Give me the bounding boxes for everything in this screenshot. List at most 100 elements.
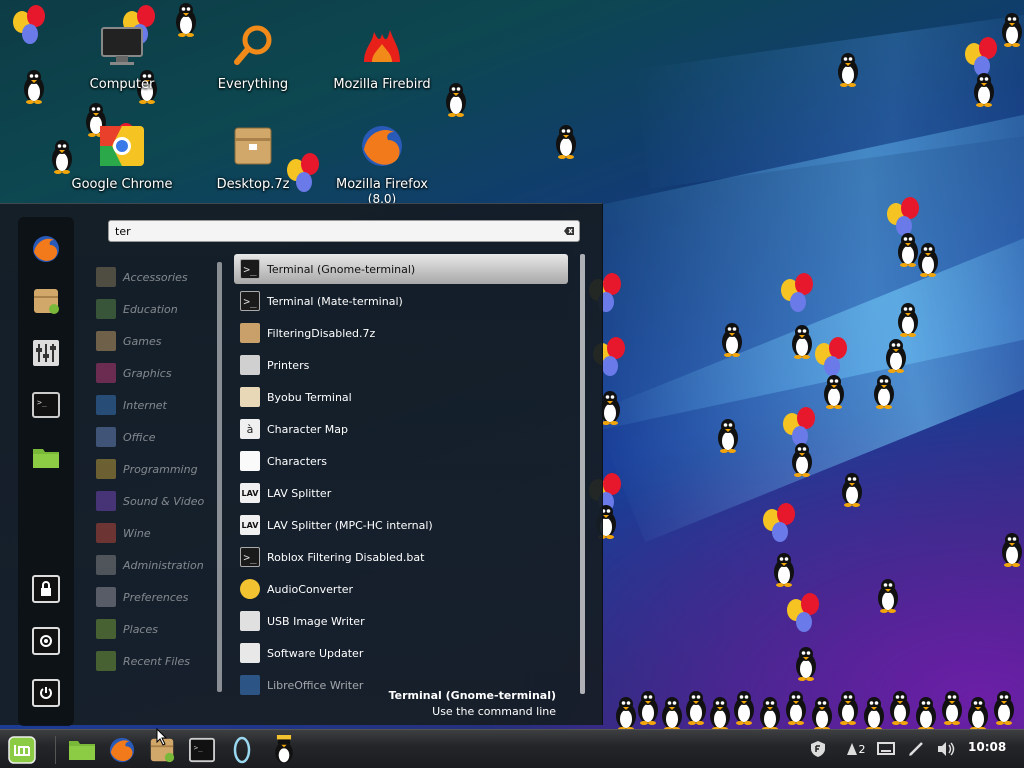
desktop-icon-chrome[interactable]: Google Chrome bbox=[62, 122, 182, 192]
logout-icon bbox=[40, 635, 52, 647]
category-accessories[interactable]: Accessories bbox=[96, 266, 218, 288]
search-magnifier-icon bbox=[234, 25, 272, 65]
terminal-icon: >_ bbox=[32, 392, 60, 418]
category-office[interactable]: Office bbox=[96, 426, 218, 448]
tray-volume[interactable] bbox=[934, 738, 958, 760]
result-item[interactable]: AudioConverter bbox=[234, 574, 568, 604]
firebird-icon bbox=[364, 30, 400, 62]
folder-icon bbox=[33, 449, 59, 468]
software-manager-icon bbox=[150, 738, 175, 763]
result-item[interactable]: Characters bbox=[234, 446, 568, 476]
power-icon bbox=[40, 687, 52, 699]
result-label: Software Updater bbox=[267, 646, 364, 660]
category-label: Accessories bbox=[123, 270, 188, 284]
category-games[interactable]: Games bbox=[96, 330, 218, 352]
favorite-home-folder[interactable] bbox=[28, 439, 64, 475]
sound-video-icon bbox=[96, 491, 116, 511]
favorite-terminal[interactable]: >_ bbox=[28, 387, 64, 423]
category-preferences[interactable]: Preferences bbox=[96, 586, 218, 608]
desktop-icon-firefox[interactable]: Mozilla Firefox (8.0) bbox=[322, 122, 442, 206]
taskbar-terminal[interactable]: >_ bbox=[186, 734, 218, 766]
favorite-software-manager[interactable] bbox=[28, 283, 64, 319]
category-wine[interactable]: Wine bbox=[96, 522, 218, 544]
printer-icon bbox=[240, 355, 260, 375]
category-internet[interactable]: Internet bbox=[96, 394, 218, 416]
desktop-icon-label: Desktop.7z bbox=[216, 177, 290, 192]
logout-button[interactable] bbox=[32, 627, 60, 655]
result-item[interactable]: LAV LAV Splitter bbox=[234, 478, 568, 508]
clock[interactable]: 10:08 bbox=[968, 740, 1006, 754]
result-item[interactable]: >_ Roblox Filtering Disabled.bat bbox=[234, 542, 568, 572]
network-icon bbox=[846, 743, 857, 755]
result-item[interactable]: Byobu Terminal bbox=[234, 382, 568, 412]
lock-screen-button[interactable] bbox=[32, 575, 60, 603]
character-map-icon: à bbox=[240, 419, 260, 439]
taskbar-penguin-app[interactable] bbox=[268, 734, 300, 766]
result-item[interactable]: >_ Terminal (Mate-terminal) bbox=[234, 286, 568, 316]
result-item[interactable]: à Character Map bbox=[234, 414, 568, 444]
selected-item-description: Terminal (Gnome-terminal) Use the comman… bbox=[380, 689, 600, 718]
category-recent-files[interactable]: Recent Files bbox=[96, 650, 218, 672]
administration-icon bbox=[96, 555, 116, 575]
category-education[interactable]: Education bbox=[96, 298, 218, 320]
archive-icon bbox=[240, 323, 260, 343]
wallpaper-streak bbox=[633, 11, 1024, 189]
favorite-firefox[interactable] bbox=[28, 231, 64, 267]
taskbar-firefox[interactable] bbox=[106, 734, 138, 766]
category-programming[interactable]: Programming bbox=[96, 458, 218, 480]
folder-icon bbox=[69, 741, 95, 760]
desktop-icon-label: Mozilla Firebird bbox=[333, 77, 431, 92]
result-item[interactable]: Software Updater bbox=[234, 638, 568, 668]
description-title: Terminal (Gnome-terminal) bbox=[388, 689, 556, 702]
result-item[interactable]: LAV LAV Splitter (MPC-HC internal) bbox=[234, 510, 568, 540]
favorite-settings[interactable] bbox=[28, 335, 64, 371]
display-icon bbox=[877, 742, 895, 755]
firefox-icon bbox=[109, 737, 135, 763]
search-input[interactable] bbox=[109, 221, 549, 241]
category-label: Recent Files bbox=[123, 654, 190, 668]
category-sound-video[interactable]: Sound & Video bbox=[96, 490, 218, 512]
result-item[interactable]: USB Image Writer bbox=[234, 606, 568, 636]
taskbar-software-manager[interactable] bbox=[146, 734, 178, 766]
desktop-icon-firebird[interactable]: Mozilla Firebird bbox=[322, 22, 442, 92]
terminal-icon: >_ bbox=[189, 737, 215, 763]
result-item[interactable]: FilteringDisabled.7z bbox=[234, 318, 568, 348]
internet-icon bbox=[96, 395, 116, 415]
desktop-icon-everything[interactable]: Everything bbox=[193, 22, 313, 92]
wallpaper-streak bbox=[592, 217, 1024, 543]
category-list: Accessories Education Games Graphics Int… bbox=[88, 262, 218, 726]
desktop-icon-label: Google Chrome bbox=[71, 177, 173, 192]
portal-icon bbox=[233, 736, 251, 764]
category-label: Education bbox=[123, 302, 178, 316]
category-administration[interactable]: Administration bbox=[96, 554, 218, 576]
menu-button[interactable] bbox=[6, 734, 38, 766]
desktop-icon-desktop-7z[interactable]: Desktop.7z bbox=[193, 122, 313, 192]
volume-icon bbox=[938, 742, 955, 756]
category-label: Preferences bbox=[123, 590, 189, 604]
taskbar-files[interactable] bbox=[66, 734, 98, 766]
clear-search-icon[interactable] bbox=[563, 225, 575, 237]
desktop-icon-computer[interactable]: Computer bbox=[62, 22, 182, 92]
tray-display[interactable] bbox=[874, 738, 898, 760]
recent-files-icon bbox=[96, 651, 116, 671]
computer-icon bbox=[101, 27, 143, 65]
result-label: Terminal (Gnome-terminal) bbox=[267, 262, 416, 276]
category-label: Administration bbox=[123, 558, 204, 572]
tray-pen[interactable] bbox=[904, 738, 928, 760]
results-scrollbar[interactable] bbox=[580, 254, 585, 694]
result-item[interactable]: Printers bbox=[234, 350, 568, 380]
tray-network[interactable]: 2 bbox=[840, 738, 870, 760]
tray-security[interactable] bbox=[806, 738, 830, 760]
result-item[interactable]: >_ Terminal (Gnome-terminal) bbox=[234, 254, 568, 284]
result-label: LAV Splitter bbox=[267, 486, 332, 500]
result-label: Character Map bbox=[267, 422, 349, 436]
firefox-icon bbox=[33, 236, 59, 262]
taskbar-portal[interactable] bbox=[226, 734, 258, 766]
characters-icon bbox=[240, 451, 260, 471]
category-graphics[interactable]: Graphics bbox=[96, 362, 218, 384]
shutdown-button[interactable] bbox=[32, 679, 60, 707]
category-places[interactable]: Places bbox=[96, 618, 218, 640]
result-label: Roblox Filtering Disabled.bat bbox=[267, 550, 425, 564]
penguin-app-icon bbox=[275, 735, 293, 764]
category-scrollbar[interactable] bbox=[217, 262, 222, 692]
